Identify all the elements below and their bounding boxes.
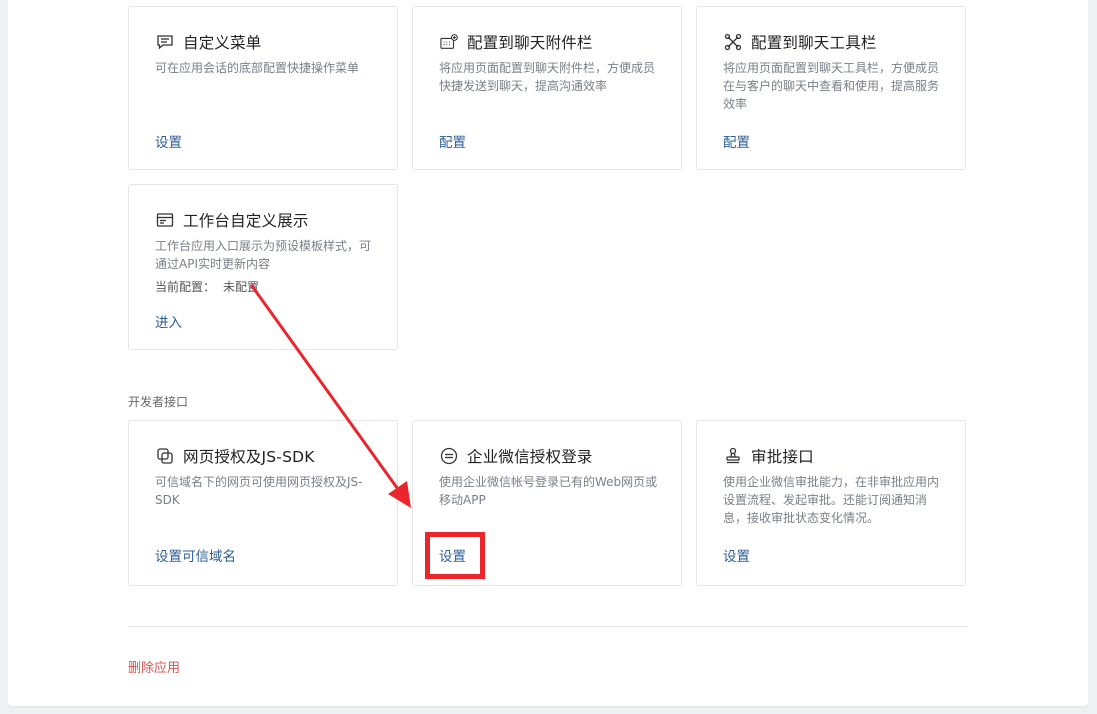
card-approval-api: 审批接口 使用企业微信审批能力，在非审批应用内设置流程、发起审批。还能订阅通知消… [696,420,966,586]
card-title: 配置到聊天工具栏 [751,34,877,52]
card-title: 工作台自定义展示 [183,212,309,230]
card-description: 使用企业微信审批能力，在非审批应用内设置流程、发起审批。还能订阅通知消息，接收审… [723,475,940,525]
copy-link-icon [155,446,175,466]
approval-api-settings-link[interactable]: 设置 [723,545,750,565]
workbench-display-icon [155,210,175,230]
card-header: 工作台自定义展示 [155,209,309,231]
card-title: 自定义菜单 [183,34,262,52]
card-web-auth-jssdk: 网页授权及JS-SDK 可信域名下的网页可使用网页授权及JS-SDK 设置可信域… [128,420,398,586]
card-header: 配置到聊天工具栏 [723,31,877,53]
footer-divider [128,626,968,627]
card-description: 将应用页面配置到聊天附件栏，方便成员快捷发送到聊天，提高沟通效率 [439,61,656,93]
wecom-login-icon [439,446,459,466]
current-config-value: 未配置 [223,280,260,294]
card-chat-attachment-bar: 配置到聊天附件栏 将应用页面配置到聊天附件栏，方便成员快捷发送到聊天，提高沟通效… [412,6,682,170]
card-header: 审批接口 [723,445,814,467]
card-header: 自定义菜单 [155,31,262,53]
delete-app-button[interactable]: 删除应用 [128,657,180,676]
card-description: 可在应用会话的底部配置快捷操作菜单 [155,61,360,75]
chat-toolbar-configure-link[interactable]: 配置 [723,131,750,151]
section-title-developer-api: 开发者接口 [128,395,189,409]
chat-menu-icon [155,32,175,52]
current-config-label: 当前配置： [155,280,216,294]
card-workbench-display: 工作台自定义展示 工作台应用入口展示为预设模板样式，可通过API实时更新内容 当… [128,184,398,350]
card-title: 企业微信授权登录 [467,448,593,466]
card-header: 网页授权及JS-SDK [155,445,315,467]
custom-menu-settings-link[interactable]: 设置 [155,131,182,151]
card-title: 配置到聊天附件栏 [467,34,593,52]
card-header: 企业微信授权登录 [439,445,593,467]
keyboard-add-icon [439,32,459,52]
card-header: 配置到聊天附件栏 [439,31,593,53]
card-description: 可信域名下的网页可使用网页授权及JS-SDK [155,475,363,507]
card-title: 审批接口 [751,448,814,466]
card-description: 使用企业微信帐号登录已有的Web网页或移动APP [439,475,658,507]
card-wecom-auth-login: 企业微信授权登录 使用企业微信帐号登录已有的Web网页或移动APP 设置 [412,420,682,586]
card-description: 将应用页面配置到聊天工具栏，方便成员在与客户的聊天中查看和使用，提高服务效率 [723,61,940,111]
card-title: 网页授权及JS-SDK [183,448,315,466]
card-chat-toolbar: 配置到聊天工具栏 将应用页面配置到聊天工具栏，方便成员在与客户的聊天中查看和使用… [696,6,966,170]
workbench-enter-link[interactable]: 进入 [155,311,182,331]
chat-attachment-configure-link[interactable]: 配置 [439,131,466,151]
card-description: 工作台应用入口展示为预设模板样式，可通过API实时更新内容 [155,239,372,271]
tools-icon [723,32,743,52]
set-trusted-domain-link[interactable]: 设置可信域名 [155,545,236,565]
card-custom-menu: 自定义菜单 可在应用会话的底部配置快捷操作菜单 设置 [128,6,398,170]
wecom-login-settings-link[interactable]: 设置 [439,545,466,565]
current-config-status: 当前配置： 未配置 [155,278,259,295]
approval-stamp-icon [723,446,743,466]
